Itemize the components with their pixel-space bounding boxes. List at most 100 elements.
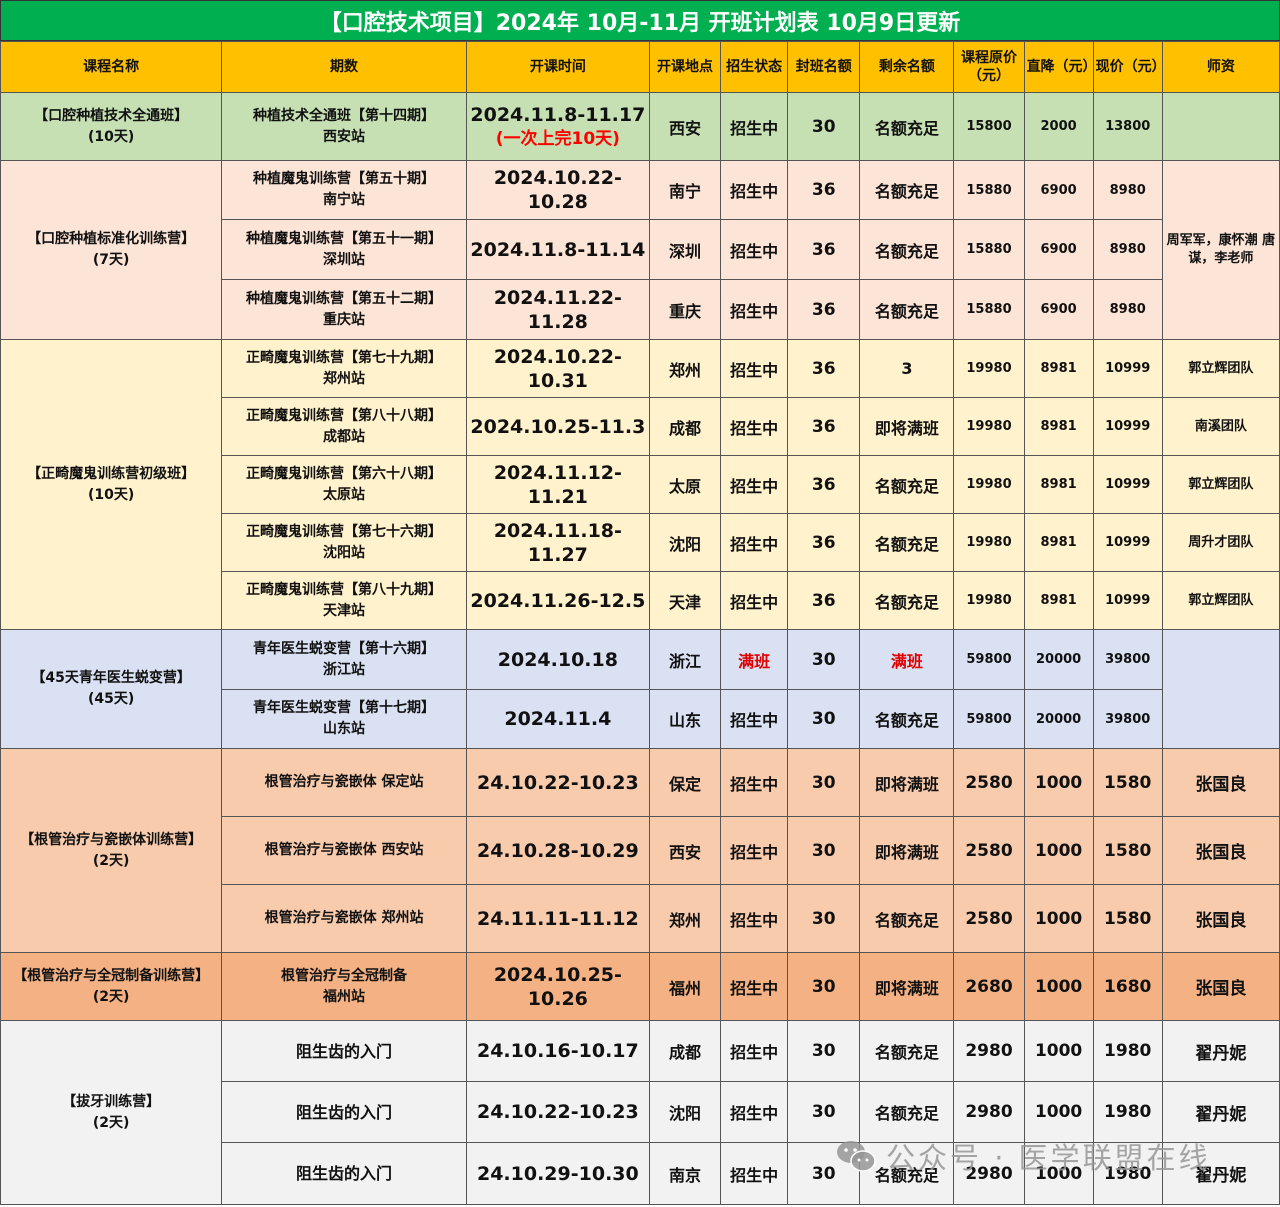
session-cell: 种植魔鬼训练营【第五十二期】 重庆站 <box>221 279 467 340</box>
current-price-cell: 1580 <box>1092 884 1163 953</box>
header-session: 期数 <box>221 41 467 93</box>
header-discount: 直降（元） <box>1023 41 1094 93</box>
session-cell: 种植技术全通班【第十四期】 西安站 <box>221 92 467 161</box>
discount-cell: 8981 <box>1023 339 1094 398</box>
session-cell: 正畸魔鬼训练营【第七十九期】 郑州站 <box>221 339 467 398</box>
seats-cell: 36 <box>787 279 861 340</box>
remaining-cell: 名额充足 <box>859 92 955 161</box>
current-price-cell: 13800 <box>1092 92 1163 161</box>
original-price-cell: 19980 <box>953 397 1025 456</box>
session-station: 沈阳站 <box>323 544 366 561</box>
location-cell: 沈阳 <box>648 1081 722 1143</box>
session-station: 成都站 <box>323 428 366 445</box>
original-price-cell: 19980 <box>953 571 1025 630</box>
teacher-cell: 周升才团队 <box>1161 513 1280 572</box>
location-cell: 西安 <box>648 816 722 885</box>
discount-cell: 6900 <box>1023 219 1094 280</box>
date-cell: 2024.10.25-11.3 <box>465 397 651 456</box>
session-name: 青年医生蜕变营【第十七期】 <box>253 700 436 716</box>
table-row: 【正畸魔鬼训练营初级班】 (10天) 正畸魔鬼训练营【第七十九期】 郑州站 2024… <box>0 339 1280 630</box>
remaining-cell: 即将满班 <box>859 748 955 817</box>
status-cell: 招生中 <box>720 952 789 1021</box>
course-cell: 【根管治疗与瓷嵌体训练营】 (2天) <box>0 748 223 953</box>
header-teacher: 师资 <box>1161 41 1280 93</box>
original-price-cell: 2980 <box>953 1020 1025 1082</box>
discount-cell: 8981 <box>1023 455 1094 514</box>
status-cell: 招生中 <box>720 571 789 630</box>
date-cell: 2024.11.18-11.27 <box>465 513 651 572</box>
seats-cell: 30 <box>787 92 861 161</box>
teacher-cell: 翟丹妮 <box>1161 1020 1280 1082</box>
current-price-cell: 1580 <box>1092 816 1163 885</box>
current-price-cell: 10999 <box>1092 339 1163 398</box>
table-row: 【根管治疗与瓷嵌体训练营】 (2天) 根管治疗与瓷嵌体 保定站 24.10.22-… <box>0 748 1280 953</box>
course-name: 【口腔种植标准化训练营】 <box>27 231 196 247</box>
seats-cell: 30 <box>787 629 861 690</box>
discount-cell: 1000 <box>1023 952 1094 1021</box>
seats-cell: 36 <box>787 219 861 280</box>
session-cell: 种植魔鬼训练营【第五十一期】 深圳站 <box>221 219 467 280</box>
date-cell: 2024.11.26-12.5 <box>465 571 651 630</box>
status-cell: 招生中 <box>720 816 789 885</box>
current-price-cell: 10999 <box>1092 455 1163 514</box>
discount-cell: 1000 <box>1023 748 1094 817</box>
location-cell: 山东 <box>648 689 722 749</box>
discount-cell: 8981 <box>1023 571 1094 630</box>
remaining-cell: 名额充足 <box>859 689 955 749</box>
date-cell: 24.10.28-10.29 <box>465 816 651 885</box>
remaining-cell: 名额充足 <box>859 279 955 340</box>
table-row: 【根管治疗与全冠制备训练营】 (2天) 根管治疗与全冠制备 福州站 2024.10.… <box>0 952 1280 1021</box>
remaining-cell: 名额充足 <box>859 219 955 280</box>
teacher-cell: 张国良 <box>1161 748 1280 817</box>
session-cell: 正畸魔鬼训练营【第八十九期】 天津站 <box>221 571 467 630</box>
course-cell: 【口腔种植技术全通班】 (10天) <box>0 92 223 161</box>
status-cell: 招生中 <box>720 455 789 514</box>
date-cell: 2024.10.22-10.28 <box>465 160 651 220</box>
course-cell: 【45天青年医生蜕变营】 (45天) <box>0 629 223 749</box>
wechat-icon <box>837 1141 876 1172</box>
header-remaining: 剩余名额 <box>859 41 955 93</box>
location-cell: 沈阳 <box>648 513 722 572</box>
session-station: 山东站 <box>323 721 366 737</box>
session-name: 种植技术全通班【第十四期】 <box>253 107 436 124</box>
location-cell: 重庆 <box>648 279 722 340</box>
table-row: 【口腔种植标准化训练营】 (7天) 种植魔鬼训练营【第五十期】 南宁站 2024.1… <box>0 160 1280 340</box>
discount-cell: 20000 <box>1023 629 1094 690</box>
course-name: 【45天青年医生蜕变营】 <box>31 670 191 686</box>
seats-cell: 30 <box>787 748 861 817</box>
session-name: 种植魔鬼训练营【第五十一期】 <box>246 230 443 247</box>
date-cell: 2024.10.25-10.26 <box>465 952 651 1021</box>
date-cell: 24.10.22-10.23 <box>465 1081 651 1143</box>
table-row: 【口腔种植技术全通班】 (10天) 种植技术全通班【第十四期】 西安站 2024.1… <box>0 92 1280 161</box>
date-cell: 2024.10.18 <box>465 629 651 690</box>
current-price-cell: 8980 <box>1092 160 1163 220</box>
seats-cell: 36 <box>787 455 861 514</box>
session-cell: 青年医生蜕变营【第十七期】 山东站 <box>221 689 467 749</box>
course-duration: (45天) <box>88 691 135 707</box>
status-cell: 招生中 <box>720 884 789 953</box>
discount-cell: 1000 <box>1023 884 1094 953</box>
course-duration: (10天) <box>88 128 135 145</box>
seats-cell: 36 <box>787 397 861 456</box>
discount-cell: 20000 <box>1023 689 1094 749</box>
header-seats: 封班名额 <box>787 41 861 93</box>
session-name: 正畸魔鬼训练营【第七十九期】 <box>246 349 443 366</box>
remaining-cell: 名额充足 <box>859 1020 955 1082</box>
teacher-cell: 张国良 <box>1161 884 1280 953</box>
remaining-cell: 名额充足 <box>859 571 955 630</box>
session-cell: 种植魔鬼训练营【第五十期】 南宁站 <box>221 160 467 220</box>
seats-cell: 30 <box>787 952 861 1021</box>
teacher-cell <box>1161 629 1280 749</box>
original-price-cell: 19980 <box>953 455 1025 514</box>
session-name: 正畸魔鬼训练营【第七十六期】 <box>246 523 443 540</box>
header-date: 开课时间 <box>465 41 651 93</box>
teacher-cell: 张国良 <box>1161 816 1280 885</box>
status-cell: 招生中 <box>720 1081 789 1143</box>
teacher-cell: 南溪团队 <box>1161 397 1280 456</box>
location-cell: 郑州 <box>648 884 722 953</box>
seats-cell: 30 <box>787 1020 861 1082</box>
header-original-price: 课程原价（元） <box>953 41 1025 93</box>
date-value: 2024.11.8-11.17 <box>470 103 646 126</box>
location-cell: 浙江 <box>648 629 722 690</box>
location-cell: 南宁 <box>648 160 722 220</box>
